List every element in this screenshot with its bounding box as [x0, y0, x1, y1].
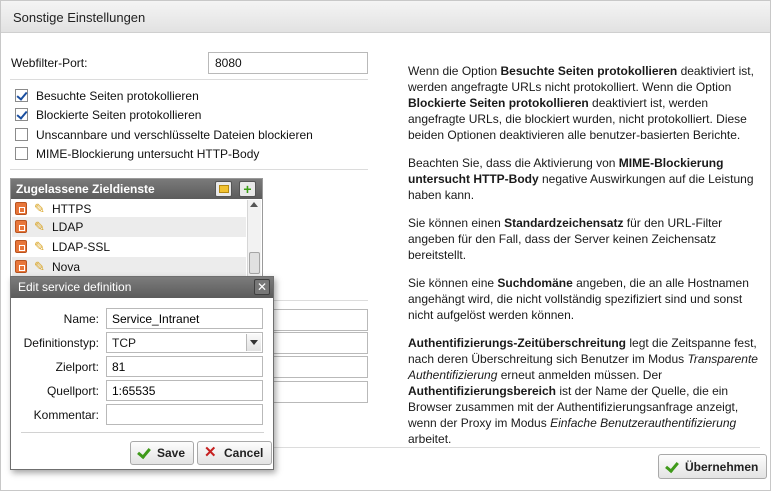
delete-icon[interactable]	[15, 260, 27, 273]
cancel-button[interactable]: ✕ Cancel	[197, 441, 273, 465]
edit-icon[interactable]: ✎	[34, 259, 45, 275]
help-text-segment: Sie können einen	[408, 216, 505, 230]
divider	[274, 300, 368, 301]
log-blocked-checkbox[interactable]	[15, 108, 28, 121]
source-port-label: Quellport:	[46, 384, 99, 398]
cancel-button-label: Cancel	[224, 446, 264, 460]
cancel-x-icon: ✕	[204, 444, 217, 461]
delete-icon[interactable]	[15, 220, 27, 233]
block-unscannable-checkbox[interactable]	[15, 128, 28, 141]
comment-label: Kommentar:	[33, 408, 99, 422]
delete-icon[interactable]	[15, 240, 27, 253]
help-text: Wenn die Option Besuchte Seiten protokol…	[408, 63, 758, 459]
help-paragraph: Sie können einen Standardzeichensatz für…	[408, 215, 758, 263]
type-select-value: TCP	[112, 336, 136, 350]
dialog-title: Edit service definition	[18, 280, 132, 294]
log-visited-label: Besuchte Seiten protokollieren	[36, 89, 199, 103]
save-button-label: Save	[157, 446, 186, 460]
services-scrollbar[interactable]	[247, 200, 261, 277]
type-select[interactable]: TCP	[106, 332, 263, 353]
service-name: LDAP	[52, 220, 84, 234]
apply-button[interactable]: Übernehmen	[658, 454, 768, 479]
edit-service-dialog: Edit service definition ✕ Name: Definiti…	[10, 276, 274, 470]
edit-icon[interactable]: ✎	[34, 239, 45, 255]
delete-icon[interactable]	[15, 202, 27, 215]
log-blocked-label: Blockierte Seiten protokollieren	[36, 108, 202, 122]
edit-icon[interactable]: ✎	[34, 201, 45, 217]
window-title: Sonstige Einstellungen	[13, 10, 146, 25]
source-port-field[interactable]	[106, 380, 263, 401]
webfilter-port-input[interactable]	[208, 52, 368, 74]
chevron-down-icon[interactable]	[246, 334, 261, 351]
services-header: Zugelassene Zieldienste +	[11, 179, 262, 199]
service-name: LDAP-SSL	[52, 240, 111, 254]
help-text-segment: Authentifizierungsbereich	[408, 384, 557, 398]
close-icon[interactable]: ✕	[254, 279, 270, 295]
help-text-segment: erneut anmelden müssen. Der	[497, 368, 663, 382]
save-button[interactable]: Save	[130, 441, 195, 465]
name-label: Name:	[63, 312, 99, 326]
allowed-services-panel: Zugelassene Zieldienste + ✎ HTTPS ✎ LDAP…	[10, 178, 263, 278]
help-text-segment: Sie können eine	[408, 276, 498, 290]
target-port-label: Zielport:	[55, 360, 99, 374]
services-header-title: Zugelassene Zieldienste	[16, 182, 155, 196]
settings-window: Sonstige Einstellungen Webfilter-Port: B…	[0, 0, 771, 491]
mime-blocking-label: MIME-Blockierung untersucht HTTP-Body	[36, 147, 260, 161]
type-label: Definitionstyp:	[23, 336, 99, 350]
help-text-segment: arbeitet.	[408, 432, 452, 446]
list-item[interactable]: ✎ LDAP-SSL	[12, 237, 246, 257]
help-text-segment: Suchdomäne	[497, 276, 573, 290]
target-port-field[interactable]	[106, 356, 263, 377]
help-text-segment: Blockierte Seiten protokollieren	[408, 96, 589, 110]
block-unscannable-label: Unscannbare und verschlüsselte Dateien b…	[36, 128, 313, 142]
divider	[10, 169, 368, 170]
divider	[10, 79, 368, 80]
comment-field[interactable]	[106, 404, 263, 425]
dialog-titlebar: Edit service definition ✕	[11, 277, 273, 298]
list-item[interactable]: ✎ HTTPS	[12, 199, 246, 219]
scroll-up-icon[interactable]	[250, 202, 258, 207]
window-titlebar: Sonstige Einstellungen	[1, 1, 770, 33]
help-paragraph: Authentifizierungs-Zeitüberschreitung le…	[408, 335, 758, 447]
help-text-segment: Standardzeichensatz	[504, 216, 624, 230]
list-item[interactable]: ✎ LDAP	[12, 217, 246, 237]
help-text-segment: Wenn die Option	[408, 64, 501, 78]
help-text-segment: Besuchte Seiten protokollieren	[500, 64, 678, 78]
help-text-segment: Einfache Benutzerauthentifizierung	[550, 416, 737, 430]
footer-divider	[274, 447, 760, 448]
mime-blocking-checkbox[interactable]	[15, 147, 28, 160]
service-name: HTTPS	[52, 202, 92, 216]
service-name: Nova	[52, 260, 81, 274]
log-visited-checkbox[interactable]	[15, 89, 28, 102]
webfilter-port-label: Webfilter-Port:	[11, 56, 88, 70]
check-icon	[137, 446, 151, 460]
help-text-segment: Authentifizierungs-Zeitüberschreitung	[408, 336, 627, 350]
help-paragraph: Sie können eine Suchdomäne angeben, die …	[408, 275, 758, 323]
apply-button-label: Übernehmen	[685, 459, 759, 474]
scroll-thumb[interactable]	[249, 252, 260, 274]
add-icon[interactable]: +	[239, 181, 256, 197]
edit-icon[interactable]: ✎	[34, 219, 45, 235]
help-paragraph: Beachten Sie, dass die Aktivierung von M…	[408, 155, 758, 203]
folder-icon[interactable]	[215, 181, 232, 197]
name-field[interactable]	[106, 308, 263, 329]
help-text-segment: Beachten Sie, dass die Aktivierung von	[408, 156, 619, 170]
list-item[interactable]: ✎ Nova	[12, 257, 246, 277]
help-paragraph: Wenn die Option Besuchte Seiten protokol…	[408, 63, 758, 143]
check-icon	[665, 460, 679, 474]
dialog-divider	[21, 432, 264, 433]
